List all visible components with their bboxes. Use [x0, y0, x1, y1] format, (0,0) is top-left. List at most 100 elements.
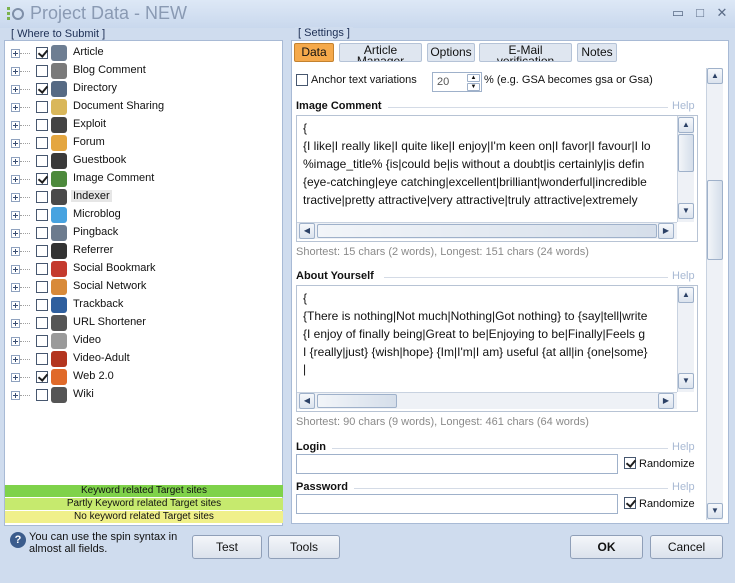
tree-item[interactable]: Video: [5, 332, 281, 350]
expand-icon[interactable]: [11, 49, 20, 58]
tree-item[interactable]: Social Bookmark: [5, 260, 281, 278]
tree-item-checkbox[interactable]: [36, 245, 48, 257]
tree-item-checkbox[interactable]: [36, 119, 48, 131]
tree-item[interactable]: Pingback: [5, 224, 281, 242]
login-input[interactable]: [296, 454, 618, 474]
expand-icon[interactable]: [11, 103, 20, 112]
scroll-down-icon[interactable]: ▼: [707, 503, 723, 519]
maximize-button[interactable]: □: [692, 5, 708, 21]
about-yourself-vscroll[interactable]: ▲ ▼: [677, 286, 694, 392]
expand-icon[interactable]: [11, 139, 20, 148]
image-comment-textarea[interactable]: { {I like|I really like|I quite like|I e…: [296, 115, 698, 242]
image-comment-hscroll-thumb[interactable]: [317, 224, 657, 238]
tree-item-checkbox[interactable]: [36, 209, 48, 221]
scroll-left-icon[interactable]: ◀: [299, 223, 315, 239]
tree-item-checkbox[interactable]: [36, 299, 48, 311]
scroll-up-icon[interactable]: ▲: [678, 117, 694, 133]
tab-notes[interactable]: Notes: [577, 43, 617, 62]
tree-item-checkbox[interactable]: [36, 65, 48, 77]
tree-item[interactable]: Article: [5, 44, 281, 62]
about-yourself-hscroll-thumb[interactable]: [317, 394, 397, 408]
expand-icon[interactable]: [11, 175, 20, 184]
tree-item[interactable]: Directory: [5, 80, 281, 98]
tree-item[interactable]: Wiki: [5, 386, 281, 404]
tree-item[interactable]: Microblog: [5, 206, 281, 224]
tree-item-checkbox[interactable]: [36, 83, 48, 95]
tree-item-checkbox[interactable]: [36, 47, 48, 59]
tree-item[interactable]: Referrer: [5, 242, 281, 260]
image-comment-vscroll[interactable]: ▲ ▼: [677, 116, 694, 222]
tree-item[interactable]: Web 2.0: [5, 368, 281, 386]
tree-item-checkbox[interactable]: [36, 353, 48, 365]
tree-item-checkbox[interactable]: [36, 335, 48, 347]
about-yourself-help-link[interactable]: Help: [672, 270, 695, 282]
tree-item-checkbox[interactable]: [36, 281, 48, 293]
tab-article-manager[interactable]: Article Manager: [339, 43, 422, 62]
close-button[interactable]: ✕: [714, 5, 730, 21]
about-yourself-textarea[interactable]: { {There is nothing|Not much|Nothing|Got…: [296, 285, 698, 412]
scroll-right-icon[interactable]: ▶: [658, 393, 674, 409]
tree-item[interactable]: Image Comment: [5, 170, 281, 188]
expand-icon[interactable]: [11, 67, 20, 76]
tree-item-checkbox[interactable]: [36, 317, 48, 329]
tab-data[interactable]: Data: [294, 43, 334, 62]
expand-icon[interactable]: [11, 247, 20, 256]
image-comment-hscroll[interactable]: ◀ ▶: [297, 222, 677, 239]
tree-item[interactable]: URL Shortener: [5, 314, 281, 332]
password-help-link[interactable]: Help: [672, 481, 695, 493]
expand-icon[interactable]: [11, 283, 20, 292]
expand-icon[interactable]: [11, 193, 20, 202]
expand-icon[interactable]: [11, 265, 20, 274]
anchor-variations-checkbox[interactable]: [296, 74, 308, 86]
tree-item-checkbox[interactable]: [36, 173, 48, 185]
about-yourself-hscroll[interactable]: ◀ ▶: [297, 392, 677, 409]
tree-item-checkbox[interactable]: [36, 137, 48, 149]
expand-icon[interactable]: [11, 391, 20, 400]
tree-item-checkbox[interactable]: [36, 191, 48, 203]
settings-scroll-thumb[interactable]: [707, 180, 723, 260]
expand-icon[interactable]: [11, 301, 20, 310]
cancel-button[interactable]: Cancel: [650, 535, 723, 559]
expand-icon[interactable]: [11, 355, 20, 364]
password-randomize-checkbox[interactable]: [624, 497, 636, 509]
password-input[interactable]: [296, 494, 618, 514]
stepper-up-icon[interactable]: ▲: [467, 74, 480, 82]
anchor-variations-stepper[interactable]: 20 ▲ ▼: [432, 72, 482, 92]
tree-item-checkbox[interactable]: [36, 227, 48, 239]
image-comment-help-link[interactable]: Help: [672, 100, 695, 112]
expand-icon[interactable]: [11, 373, 20, 382]
tree-item-checkbox[interactable]: [36, 101, 48, 113]
expand-icon[interactable]: [11, 211, 20, 220]
tree-item-checkbox[interactable]: [36, 371, 48, 383]
tree-item[interactable]: Video-Adult: [5, 350, 281, 368]
tree-item[interactable]: Blog Comment: [5, 62, 281, 80]
tools-button[interactable]: Tools: [268, 535, 340, 559]
expand-icon[interactable]: [11, 229, 20, 238]
scroll-right-icon[interactable]: ▶: [658, 223, 674, 239]
tree-item[interactable]: Guestbook: [5, 152, 281, 170]
tree-item-checkbox[interactable]: [36, 389, 48, 401]
tree-item[interactable]: Document Sharing: [5, 98, 281, 116]
tab-options[interactable]: Options: [427, 43, 475, 62]
tab-email-verification[interactable]: E-Mail verification: [479, 43, 572, 62]
tree-item[interactable]: Exploit: [5, 116, 281, 134]
scroll-up-icon[interactable]: ▲: [707, 68, 723, 84]
expand-icon[interactable]: [11, 337, 20, 346]
expand-icon[interactable]: [11, 85, 20, 94]
image-comment-vscroll-thumb[interactable]: [678, 134, 694, 172]
tree-item-checkbox[interactable]: [36, 263, 48, 275]
minimize-button[interactable]: ▭: [670, 5, 686, 21]
scroll-down-icon[interactable]: ▼: [678, 203, 694, 219]
login-help-link[interactable]: Help: [672, 441, 695, 453]
scroll-down-icon[interactable]: ▼: [678, 373, 694, 389]
scroll-left-icon[interactable]: ◀: [299, 393, 315, 409]
login-randomize-checkbox[interactable]: [624, 457, 636, 469]
expand-icon[interactable]: [11, 319, 20, 328]
settings-scrollbar[interactable]: ▲ ▼: [706, 68, 723, 520]
tree-item[interactable]: Social Network: [5, 278, 281, 296]
tree-item[interactable]: Indexer: [5, 188, 281, 206]
ok-button[interactable]: OK: [570, 535, 643, 559]
tree-item[interactable]: Trackback: [5, 296, 281, 314]
test-button[interactable]: Test: [192, 535, 262, 559]
stepper-down-icon[interactable]: ▼: [467, 83, 480, 91]
